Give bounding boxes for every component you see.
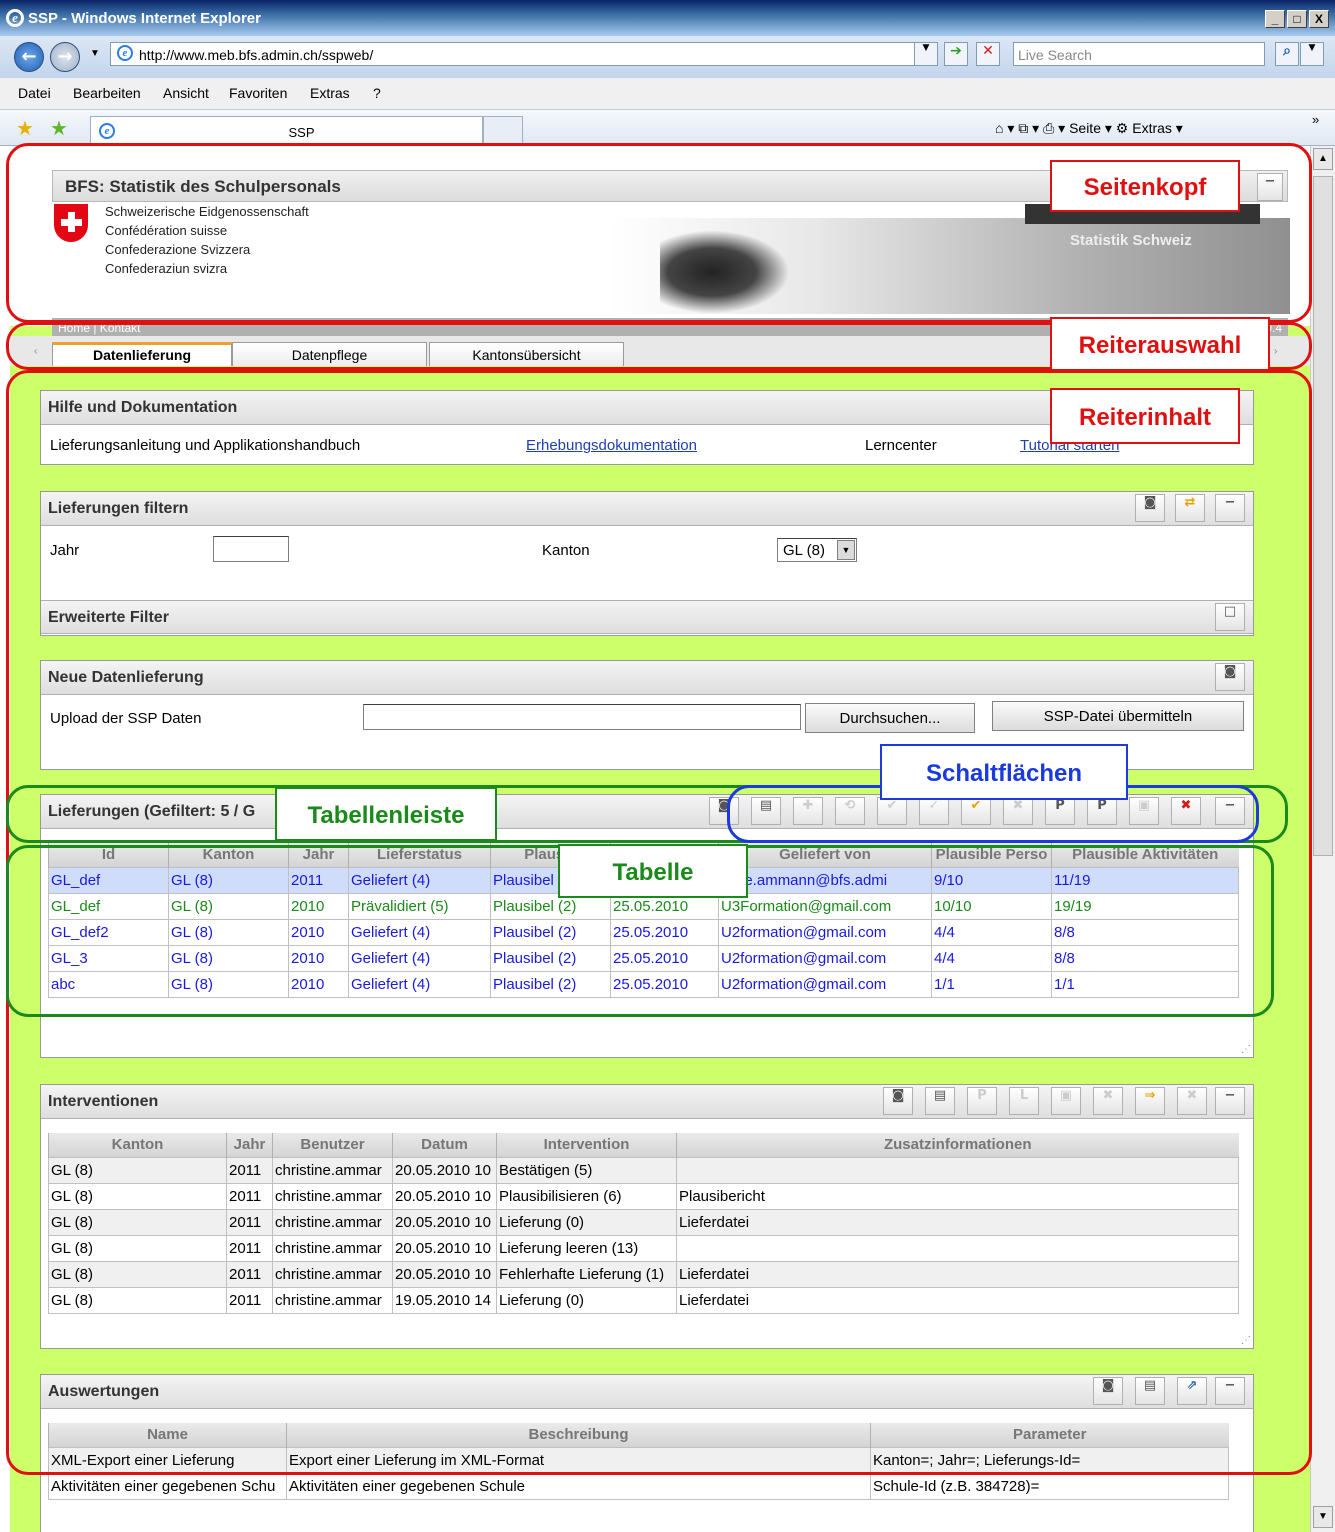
search-icon[interactable]: ⌕ <box>1275 42 1299 66</box>
menu-bar: Datei Bearbeiten Ansicht Favoriten Extra… <box>0 78 1335 110</box>
address-bar: ← → ▼ e http://www.meb.bfs.admin.ch/sspw… <box>0 36 1335 78</box>
forward-icon[interactable]: → <box>50 42 80 72</box>
reiterinhalt-label: Reiterinhalt <box>1050 388 1240 444</box>
add-favorite-icon[interactable]: ★ <box>50 116 68 141</box>
scroll-down-icon[interactable]: ▼ <box>1313 1506 1333 1528</box>
table-cell: Schule-Id (z.B. 384728)= <box>870 1472 1229 1500</box>
window-title: SSP - Windows Internet Explorer <box>28 10 261 27</box>
browser-tab-label: SSP <box>288 125 315 140</box>
history-dropdown-icon[interactable]: ▼ <box>90 48 100 59</box>
favorites-star-icon[interactable]: ★ <box>16 116 34 141</box>
command-bar[interactable]: ⌂ ▾ ⧉ ▾ ⎙ ▾ Seite ▾ ⚙ Extras ▾ <box>995 120 1183 137</box>
scroll-up-icon[interactable]: ▲ <box>1313 148 1333 170</box>
new-tab-button[interactable] <box>483 116 523 146</box>
browser-tab-ssp[interactable]: e SSP <box>90 116 483 146</box>
table-cell: Aktivitäten einer gegebenen Schu <box>48 1472 287 1500</box>
table-cell: Aktivitäten einer gegebenen Schule <box>286 1472 871 1500</box>
maximize-button[interactable]: □ <box>1287 10 1307 28</box>
favorites-bar: ★ ★ e SSP ⌂ ▾ ⧉ ▾ ⎙ ▾ Seite ▾ ⚙ Extras ▾… <box>0 110 1335 146</box>
ie-tab-icon: e <box>99 123 115 139</box>
stop-icon[interactable]: ✕ <box>976 42 1000 66</box>
menu-help[interactable]: ? <box>373 85 381 101</box>
vertical-scrollbar[interactable]: ▲ ▼ <box>1310 146 1335 1532</box>
url-field[interactable]: e http://www.meb.bfs.admin.ch/sspweb/ <box>110 42 935 66</box>
search-options-icon[interactable]: ▼ <box>1300 42 1324 66</box>
close-window-button[interactable]: X <box>1309 10 1329 28</box>
ie-icon: e <box>6 9 24 27</box>
url-text: http://www.meb.bfs.admin.ch/sspweb/ <box>139 47 374 63</box>
search-input[interactable]: Live Search <box>1013 42 1265 66</box>
url-dropdown-icon[interactable]: ▼ <box>914 42 938 66</box>
window-titlebar: e SSP - Windows Internet Explorer _ □ X <box>0 0 1335 36</box>
ie-page-icon: e <box>117 45 133 61</box>
scroll-thumb[interactable] <box>1313 176 1333 856</box>
tabelle-label: Tabelle <box>558 844 748 898</box>
tabellenleiste-label: Tabellenleiste <box>275 787 497 841</box>
auswertung-row[interactable]: Aktivitäten einer gegebenen Schu Aktivitä… <box>48 1472 1229 1500</box>
seitenkopf-label: Seitenkopf <box>1050 160 1240 212</box>
back-icon[interactable]: ← <box>14 42 44 72</box>
minimize-button[interactable]: _ <box>1265 10 1285 28</box>
reiterauswahl-label: Reiterauswahl <box>1050 317 1270 371</box>
menu-ansicht[interactable]: Ansicht <box>163 85 209 101</box>
menu-extras[interactable]: Extras <box>310 85 350 101</box>
schaltflaechen-label: Schaltflächen <box>880 744 1128 800</box>
menu-bearbeiten[interactable]: Bearbeiten <box>73 85 141 101</box>
more-tools-icon[interactable]: » <box>1312 112 1319 127</box>
go-icon[interactable]: ➔ <box>944 42 968 66</box>
menu-datei[interactable]: Datei <box>18 85 51 101</box>
menu-favoriten[interactable]: Favoriten <box>229 85 287 101</box>
